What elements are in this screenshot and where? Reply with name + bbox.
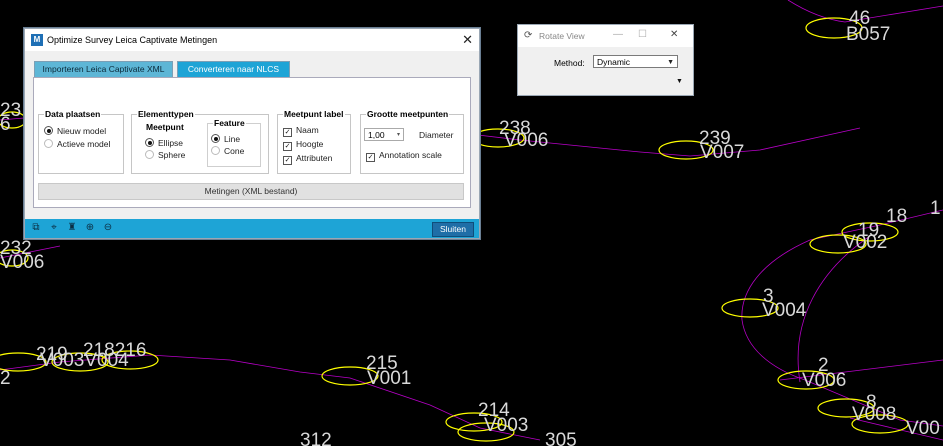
radio-ellipse[interactable]: Ellipse (145, 138, 183, 148)
survey-point-label: V006 (0, 252, 44, 273)
zoom-out-icon[interactable]: ⊖ (102, 222, 114, 234)
size-combobox[interactable]: 1,00 ▾ (364, 128, 404, 141)
check-attributen[interactable]: ✓ Attributen (283, 153, 332, 165)
group-title: Grootte meetpunten (366, 109, 450, 119)
survey-point-label: V004 (762, 300, 807, 321)
tab-importeren[interactable]: Importeren Leica Captivate XML (34, 61, 173, 78)
survey-point-label: V002 (843, 232, 887, 253)
tab-converteren[interactable]: Converteren naar NLCS (177, 61, 290, 78)
check-hoogte[interactable]: ✓ Hoogte (283, 139, 323, 151)
subgroup-meetpunt-title: Meetpunt (146, 122, 184, 132)
status-bar: ⧉ ⌖ ♜ ⊕ ⊖ Sluiten (25, 219, 479, 238)
group-grootte-meetpunten: Grootte meetpunten 1,00 ▾ Diameter ✓ Annot… (360, 109, 464, 174)
rotate-view-dialog: ⟳ Rotate View — ☐ ✕ Method: Dynamic ▼ ▼ (517, 24, 694, 96)
survey-point-label: 18 (886, 206, 907, 227)
group-title: Data plaatsen (44, 109, 102, 119)
dialog-titlebar[interactable]: M Optimize Survey Leica Captivate Meting… (25, 29, 479, 51)
survey-point-label: V003V004 (40, 350, 129, 371)
maximize-icon[interactable]: ☐ (638, 29, 647, 40)
survey-point-label: V007 (700, 142, 744, 163)
radio-cone[interactable]: Cone (211, 146, 244, 156)
app-icon: M (31, 34, 43, 46)
survey-point-label: V001 (367, 368, 411, 389)
check-naam[interactable]: ✓ Naam (283, 125, 319, 137)
group-title: Elementtypen (137, 109, 195, 119)
method-label: Method: (554, 58, 585, 68)
survey-line (797, 235, 871, 383)
survey-point-label: 1 (930, 198, 941, 219)
radio-button[interactable] (44, 139, 53, 148)
radio-sphere[interactable]: Sphere (145, 150, 185, 160)
layers-icon[interactable]: ⧉ (30, 222, 42, 234)
zoom-in-icon[interactable]: ⊕ (84, 222, 96, 234)
radio-button[interactable] (211, 134, 220, 143)
close-icon[interactable]: ✕ (462, 32, 473, 48)
group-title: Meetpunt label (283, 109, 345, 119)
radio-nieuw-model[interactable]: Nieuw model (44, 126, 106, 136)
survey-point-label: V008 (852, 404, 896, 425)
close-icon[interactable]: ✕ (670, 29, 678, 40)
expand-arrow-icon[interactable]: ▼ (676, 78, 683, 85)
optimize-survey-dialog: M Optimize Survey Leica Captivate Meting… (24, 28, 480, 239)
group-title: Feature (213, 118, 246, 128)
group-meetpunt-label: Meetpunt label ✓ Naam ✓ Hoogte ✓ Attributen (277, 109, 351, 174)
checkbox[interactable]: ✓ (283, 128, 292, 137)
minimize-icon[interactable]: — (613, 29, 623, 40)
radio-button[interactable] (145, 150, 154, 159)
survey-point-label: V006 (504, 130, 548, 151)
survey-point-label: V006 (802, 370, 846, 391)
subgroup-feature: Feature Line Cone (207, 118, 261, 167)
rotate-view-icon: ⟳ (524, 30, 533, 41)
survey-point-label: B057 (846, 24, 890, 45)
checkbox[interactable]: ✓ (283, 156, 292, 165)
survey-point-label: V00 (906, 418, 940, 439)
radio-button[interactable] (211, 146, 220, 155)
metingen-xml-button[interactable]: Metingen (XML bestand) (38, 183, 464, 200)
rotate-view-titlebar[interactable]: ⟳ Rotate View — ☐ ✕ (518, 25, 693, 47)
checkbox[interactable]: ✓ (366, 153, 375, 162)
survey-point-label: 305 (545, 430, 577, 446)
location-pin-icon[interactable]: ⌖ (48, 222, 60, 234)
group-data-plaatsen: Data plaatsen Nieuw model Actieve model (38, 109, 124, 174)
sluiten-button[interactable]: Sluiten (432, 222, 474, 237)
radio-line[interactable]: Line (211, 134, 240, 144)
radio-button[interactable] (145, 138, 154, 147)
check-annotation-scale[interactable]: ✓ Annotation scale (366, 150, 442, 162)
dialog-title: Optimize Survey Leica Captivate Metingen (47, 35, 218, 45)
radio-actieve-model[interactable]: Actieve model (44, 139, 110, 149)
group-elementtypen: Elementtypen Meetpunt Ellipse Sphere Fea… (131, 109, 269, 174)
survey-point-label: 312 (300, 430, 332, 446)
rotate-view-title: Rotate View (539, 31, 585, 41)
chevron-down-icon: ▼ (667, 59, 674, 66)
chevron-down-icon: ▾ (396, 132, 400, 138)
diameter-label: Diameter (419, 130, 454, 140)
survey-point-label: V003 (484, 415, 528, 436)
survey-point-label: 2 (0, 368, 11, 389)
checkbox[interactable]: ✓ (283, 142, 292, 151)
radio-button[interactable] (44, 126, 53, 135)
survey-point-label: 6 (0, 114, 11, 135)
survey-tripod-icon[interactable]: ♜ (66, 222, 78, 234)
method-select[interactable]: Dynamic ▼ (593, 55, 678, 68)
